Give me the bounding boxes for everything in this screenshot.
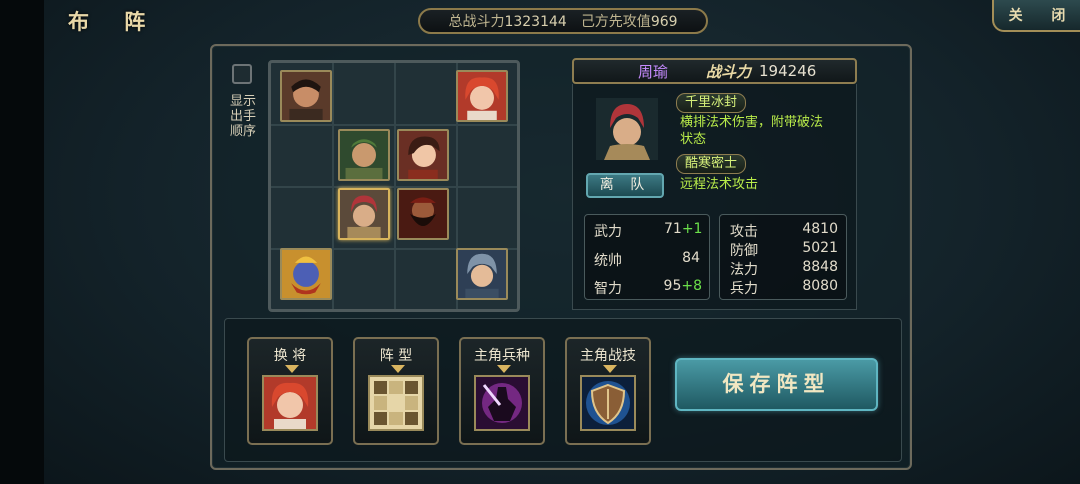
skill-2-name: 酷寒密士 (676, 154, 747, 174)
hero-power-value: 194246 (759, 62, 817, 80)
swap-general-button[interactable]: 换 将 (247, 337, 333, 445)
skill-2-desc: 远程法术攻击 (680, 177, 759, 192)
stat-value-defense: 5021 (802, 240, 838, 256)
swap-general-label: 换 将 (273, 348, 307, 364)
warrior-class-icon (474, 375, 530, 431)
hero-slot-warrior-dark[interactable] (280, 70, 332, 122)
hero-skill-button[interactable]: 主角战技 (565, 337, 651, 445)
heroine-portrait-icon (262, 375, 318, 431)
hero-slot-redhair-lady[interactable] (456, 70, 508, 122)
total-power-value: 1323144 (504, 14, 567, 30)
down-arrow-icon (285, 365, 299, 373)
down-arrow-icon (603, 365, 617, 373)
hero-header: 周瑜 战斗力 194246 (572, 58, 857, 84)
hero-slot-lady[interactable] (397, 129, 449, 181)
stat-label-attack: 攻击 (730, 224, 758, 240)
show-order-checkbox[interactable] (232, 64, 252, 84)
down-arrow-icon (391, 365, 405, 373)
formation-type-button[interactable]: 阵 型 (353, 337, 439, 445)
attr-value-command: 84 (682, 250, 700, 266)
stat-label-defense: 防御 (730, 243, 758, 259)
page-title: 布 阵 (68, 10, 160, 34)
skill-1-name: 千里冰封 (676, 93, 747, 113)
formation-type-label: 阵 型 (379, 348, 413, 364)
grid-divider (271, 124, 517, 126)
hero-slot-green-warrior[interactable] (338, 129, 390, 181)
stat-label-troops: 兵力 (730, 281, 758, 297)
stat-value-magic: 8848 (802, 259, 838, 275)
total-power-label: 总战斗力 (448, 14, 505, 30)
close-button[interactable]: 关 闭 (992, 0, 1080, 32)
show-order-label: 显示出手顺序 (229, 94, 256, 139)
hero-class-label: 主角兵种 (474, 348, 530, 364)
leave-team-button[interactable]: 离 队 (586, 173, 664, 198)
hero-portrait (596, 98, 658, 160)
stat-label-magic: 法力 (730, 262, 758, 278)
attr-label-strength: 武力 (594, 224, 622, 240)
attr-label-intellect: 智力 (594, 281, 622, 297)
formation-grid-icon (368, 375, 424, 431)
hero-slot-blue-demon[interactable] (280, 248, 332, 300)
hero-name: 周瑜 (638, 62, 669, 81)
hero-power-label: 战斗力 (706, 62, 752, 81)
screen-edge (0, 0, 44, 484)
initiative-label: 己方先攻值 (580, 14, 651, 30)
power-summary-bar: 总战斗力1323144 己方先攻值969 (418, 8, 708, 34)
skill-1-desc: 横排法术伤害，附带破法状态 (680, 115, 824, 147)
stat-value-troops: 8080 (802, 278, 838, 294)
save-formation-button[interactable]: 保存阵型 (675, 358, 878, 411)
initiative-value: 969 (650, 14, 678, 30)
hero-slot-helmet-youth[interactable] (456, 248, 508, 300)
hero-slot-zhouyu-selected[interactable] (338, 188, 390, 240)
hero-class-button[interactable]: 主角兵种 (459, 337, 545, 445)
grid-divider (271, 186, 517, 188)
down-arrow-icon (497, 365, 511, 373)
attr-label-command: 统帅 (594, 253, 622, 269)
attr-value-intellect: 95+8 (663, 278, 702, 294)
stat-value-attack: 4810 (802, 221, 838, 237)
hero-slot-bearded-general[interactable] (397, 188, 449, 240)
attr-value-strength: 71+1 (664, 221, 703, 237)
shield-skill-icon (580, 375, 636, 431)
hero-skill-label: 主角战技 (580, 348, 636, 364)
